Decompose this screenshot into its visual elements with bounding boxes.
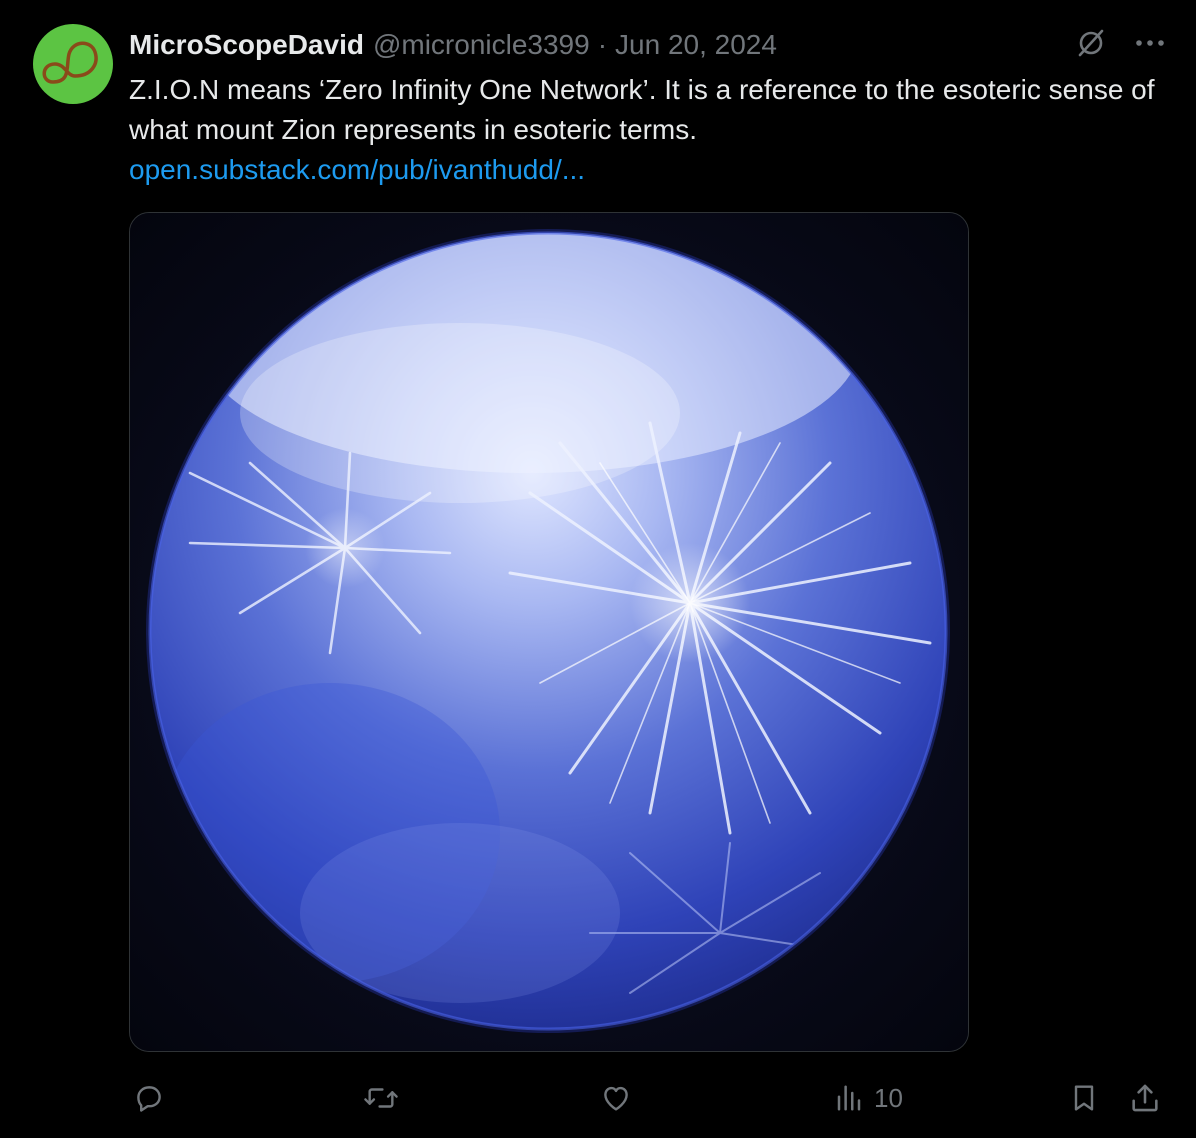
avatar-logo-icon bbox=[42, 41, 98, 84]
bookmark-icon bbox=[1074, 1085, 1094, 1111]
display-name[interactable]: MicroScopeDavid bbox=[129, 29, 364, 61]
grok-icon[interactable] bbox=[1076, 28, 1106, 58]
avatar[interactable] bbox=[33, 24, 113, 104]
header-separator: · bbox=[597, 29, 608, 60]
tweet-text: Z.I.O.N means ‘Zero Infinity One Network… bbox=[129, 74, 1155, 145]
retweet-button[interactable] bbox=[362, 1074, 400, 1122]
header-actions bbox=[1076, 28, 1166, 58]
reply-icon bbox=[137, 1086, 161, 1112]
more-icon[interactable] bbox=[1134, 38, 1166, 48]
tweet-header: MicroScopeDavid @micronicle3399 · Jun 20… bbox=[129, 26, 777, 64]
tweet-body: Z.I.O.N means ‘Zero Infinity One Network… bbox=[129, 70, 1159, 190]
share-icon bbox=[1132, 1084, 1158, 1112]
retweet-icon bbox=[364, 1088, 398, 1108]
views-button[interactable]: 10 bbox=[834, 1074, 903, 1122]
tweet-link[interactable]: open.substack.com/pub/ivanthudd/... bbox=[129, 150, 1159, 190]
tweet-actions: 10 bbox=[0, 1074, 1196, 1122]
tweet-image[interactable] bbox=[129, 212, 969, 1052]
share-button[interactable] bbox=[1128, 1074, 1162, 1122]
bookmark-button[interactable] bbox=[1068, 1074, 1100, 1122]
views-icon bbox=[837, 1085, 861, 1111]
reply-button[interactable] bbox=[132, 1074, 166, 1122]
heart-icon bbox=[604, 1086, 628, 1111]
microscope-photo bbox=[130, 213, 968, 1051]
tweet: MicroScopeDavid @micronicle3399 · Jun 20… bbox=[0, 0, 1196, 1138]
views-count: 10 bbox=[874, 1082, 903, 1113]
tweet-date[interactable]: Jun 20, 2024 bbox=[615, 29, 777, 61]
like-button[interactable] bbox=[598, 1074, 634, 1122]
user-handle[interactable]: @micronicle3399 bbox=[373, 29, 590, 61]
